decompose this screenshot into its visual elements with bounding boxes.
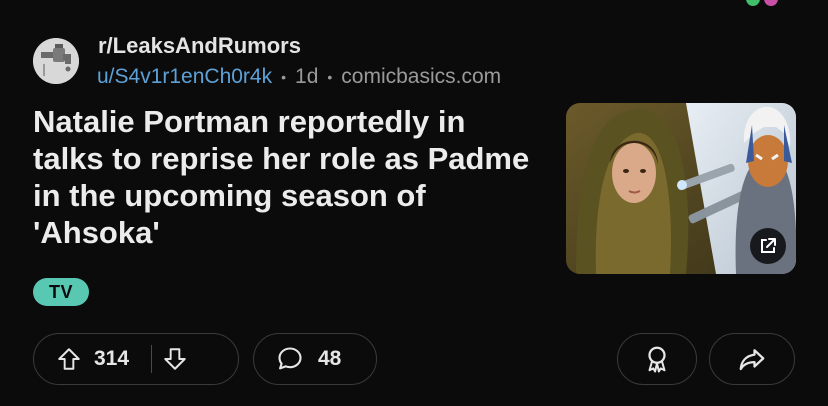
- subreddit-name[interactable]: r/LeaksAndRumors: [98, 33, 301, 59]
- top-decor: [746, 0, 778, 10]
- award-button[interactable]: [617, 333, 697, 385]
- downvote-button[interactable]: [162, 346, 188, 372]
- external-link-icon: [761, 238, 776, 253]
- share-button[interactable]: [709, 333, 795, 385]
- comment-bubble-icon: [278, 347, 302, 370]
- post-meta: u/S4v1r1enCh0r4k • 1d • comicbasics.com: [97, 65, 501, 89]
- subreddit-avatar[interactable]: [33, 38, 79, 84]
- post-title[interactable]: Natalie Portman reportedly in talks to r…: [33, 103, 543, 251]
- vote-bar: 314: [33, 333, 239, 385]
- share-arrow-icon: [739, 349, 765, 371]
- upvote-count: 314: [94, 347, 130, 370]
- comments-button[interactable]: 48: [253, 333, 377, 385]
- upvote-button[interactable]: [56, 346, 82, 372]
- flair-badge[interactable]: TV: [33, 278, 90, 306]
- post-age: 1d: [295, 65, 319, 88]
- upvote-arrow-icon: [58, 348, 80, 370]
- comment-icon-wrap: [276, 345, 304, 373]
- post-thumbnail[interactable]: [566, 103, 796, 274]
- comment-count: 48: [318, 347, 342, 370]
- decor-dot-pink: [764, 0, 778, 6]
- meta-separator-2: •: [327, 69, 333, 85]
- post-domain[interactable]: comicbasics.com: [341, 65, 501, 89]
- meta-separator: •: [281, 69, 287, 85]
- downvote-arrow-icon: [164, 348, 186, 370]
- decor-dot-green: [746, 0, 760, 6]
- faucet-avatar-icon: [33, 38, 79, 84]
- award-ribbon-icon: [648, 346, 666, 373]
- author-link[interactable]: u/S4v1r1enCh0r4k: [97, 65, 272, 89]
- external-link-button[interactable]: [750, 228, 786, 264]
- vote-divider: [151, 345, 153, 373]
